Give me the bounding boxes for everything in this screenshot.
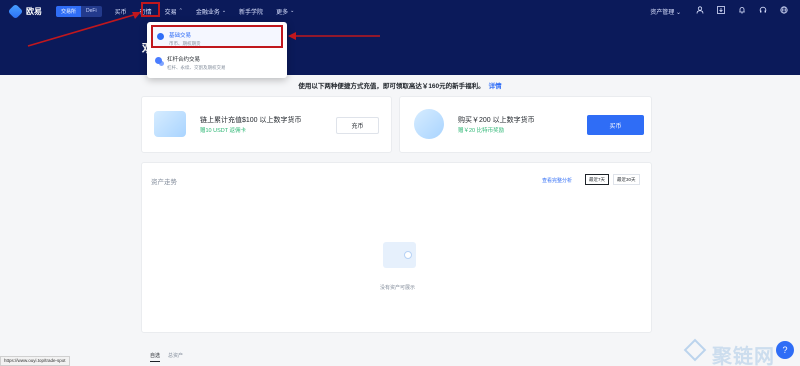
globe-icon[interactable] — [779, 6, 789, 16]
promo-text: 使用以下两种便捷方式充值，即可领取高达￥160元的新手福利。 — [298, 83, 485, 90]
logo-icon — [7, 3, 24, 19]
bottom-tabs: 自选 总资产 — [150, 352, 191, 362]
leverage-trade-icon — [155, 57, 162, 64]
menu-item-subtitle: 杠杆、永续、交割及期权交易 — [167, 65, 226, 70]
nav-label: 买币 — [114, 9, 127, 16]
range-30-days-button[interactable]: 最近30天 — [613, 174, 640, 185]
range-7-days-button[interactable]: 最近7天 — [585, 174, 610, 185]
tab-total-assets[interactable]: 总资产 — [168, 352, 183, 362]
help-chat-icon[interactable]: ? — [776, 341, 794, 359]
headset-icon[interactable] — [758, 6, 768, 16]
user-icon[interactable] — [695, 6, 705, 16]
nav-buy-crypto[interactable]: 买币 — [115, 7, 127, 16]
download-icon[interactable] — [716, 6, 726, 16]
segment-exchange[interactable]: 交易所 — [56, 5, 82, 17]
chevron-up-icon: ⌃ — [178, 8, 183, 14]
full-analysis-link[interactable]: 查看完整分析 — [542, 177, 572, 184]
watermark-text: 聚链网 — [712, 346, 775, 366]
nav-finance[interactable]: 金融业务 ⌄ — [196, 7, 226, 16]
nav-label: 金融业务 — [195, 9, 220, 16]
card-reward: 赠10 USDT 返佣卡 — [200, 128, 247, 134]
bell-icon[interactable] — [737, 6, 747, 16]
chevron-down-icon: ⌄ — [290, 8, 295, 14]
empty-wallet-icon — [383, 242, 416, 268]
card-title: 购买￥200 以上数字货币 — [458, 117, 535, 124]
nav-label: 更多 — [276, 9, 289, 16]
nav-trade[interactable]: 交易 ⌃ — [165, 7, 183, 16]
promo-details-link[interactable]: 详情 — [489, 83, 502, 90]
brand-name: 欧易 — [26, 6, 42, 16]
hero-banner: 欢 — [0, 22, 800, 75]
panel-title: 资产走势 — [151, 179, 177, 186]
menu-item-basic-trade[interactable]: 基础交易 币币、期权期货 — [151, 25, 283, 48]
empty-state-text: 没有资产可展示 — [379, 285, 415, 291]
top-navbar: 欧易 交易所 DeFi 买币 行情 交易 ⌃ 金融业务 ⌄ 新手学院 更多 ⌄ 资产管… — [0, 0, 800, 22]
menu-item-leverage-trade[interactable]: 杠杆合约交易 杠杆、永续、交割及期权交易 — [151, 51, 283, 74]
menu-item-subtitle: 币币、期权期货 — [169, 41, 201, 46]
menu-item-title: 基础交易 — [169, 33, 192, 39]
nav-more[interactable]: 更多 ⌄ — [276, 7, 294, 16]
buy-crypto-card: 购买￥200 以上数字货币 赠￥20 比特币奖励 买币 — [399, 96, 652, 153]
asset-label: 资产管理 — [650, 9, 675, 16]
card-title: 链上累计充值$100 以上数字货币 — [200, 117, 302, 124]
segment-defi[interactable]: DeFi — [81, 6, 102, 17]
promo-banner: 使用以下两种便捷方式充值，即可领取高达￥160元的新手福利。 详情 — [0, 80, 800, 90]
watermark-logo-icon — [683, 338, 707, 362]
tab-favorites[interactable]: 自选 — [150, 352, 161, 362]
nav-label: 交易 — [164, 9, 177, 16]
basic-trade-icon — [157, 33, 164, 40]
nav-label: 新手学院 — [239, 9, 264, 16]
asset-trend-panel: 资产走势 查看完整分析 最近7天 最近30天 没有资产可展示 — [141, 162, 652, 333]
deposit-card: 链上累计充值$100 以上数字货币 赠10 USDT 返佣卡 充币 — [141, 96, 392, 153]
nav-academy[interactable]: 新手学院 — [239, 7, 263, 16]
asset-management-menu[interactable]: 资产管理 ⌄ — [650, 7, 681, 16]
trade-dropdown-menu: 基础交易 币币、期权期货 杠杆合约交易 杠杆、永续、交割及期权交易 — [147, 22, 287, 78]
deposit-illustration-icon — [154, 111, 186, 137]
buy-crypto-button[interactable]: 买币 — [587, 115, 644, 135]
menu-item-title: 杠杆合约交易 — [167, 57, 201, 63]
trade-menu-highlight — [141, 2, 160, 17]
platform-switch: 交易所 DeFi — [56, 5, 102, 17]
status-bar-url: https://www.ouyi.top/trade-spot — [0, 356, 70, 366]
buy-illustration-icon — [414, 109, 444, 139]
logo[interactable]: 欧易 — [7, 3, 42, 19]
nav-right-group: 资产管理 ⌄ — [650, 0, 800, 22]
deposit-button[interactable]: 充币 — [336, 117, 379, 134]
card-reward: 赠￥20 比特币奖励 — [458, 128, 505, 134]
chevron-down-icon: ⌄ — [221, 8, 227, 14]
